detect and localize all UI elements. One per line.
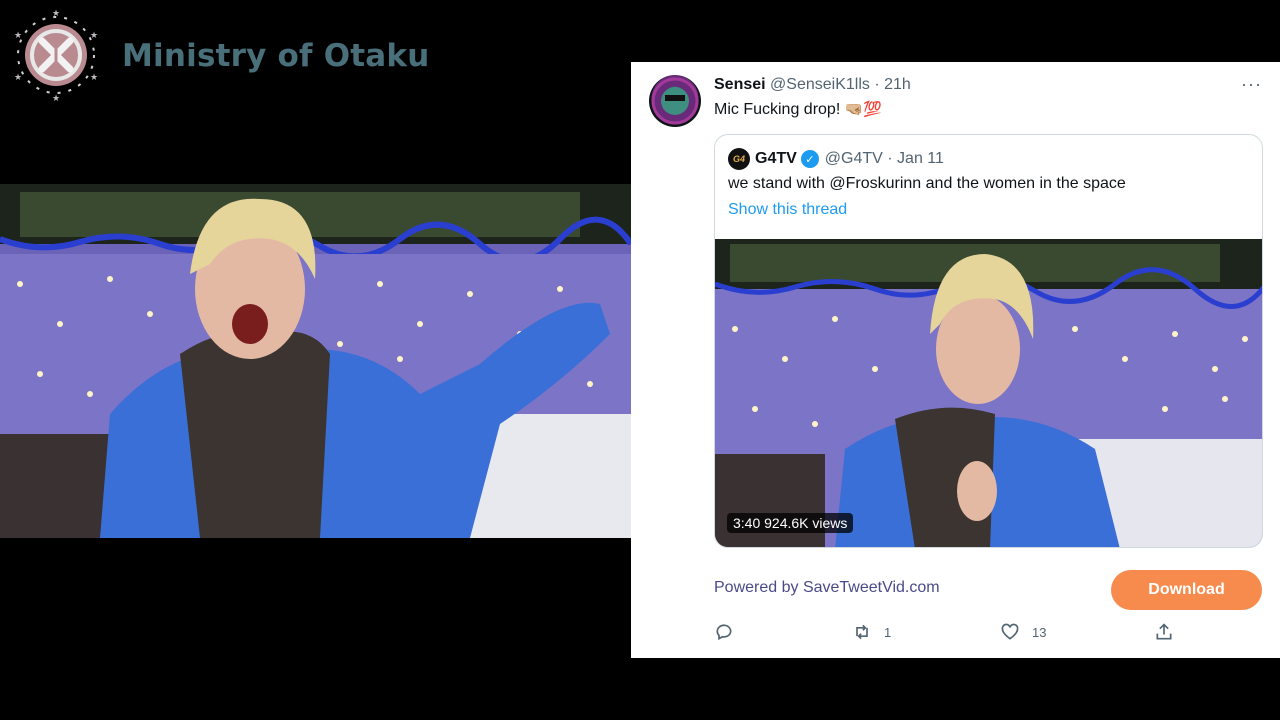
reply-action[interactable] [714,622,734,642]
main-video-frame[interactable] [0,184,631,538]
svg-text:★: ★ [90,30,98,40]
author-name[interactable]: Sensei [714,76,766,93]
svg-text:★: ★ [14,30,22,40]
share-icon [1156,623,1172,640]
svg-text:★: ★ [90,72,98,82]
quote-author-meta[interactable]: @G4TV · Jan 11 [825,150,944,168]
author-avatar[interactable] [649,75,701,127]
like-count: 13 [1032,624,1047,640]
video-views-badge: 3:40 924.6K views [727,513,854,533]
quoted-tweet[interactable]: G4 G4TV ✓ @G4TV · Jan 11 we stand with @… [714,134,1263,548]
retweet-icon [856,624,868,640]
tweet-actions: 1 13 [714,622,1184,646]
more-options-icon[interactable]: ··· [1241,74,1262,95]
quote-video[interactable]: 3:40 924.6K views [715,239,1262,547]
svg-text:★: ★ [14,72,22,82]
retweet-action[interactable]: 1 [852,622,891,642]
tweet-card: Sensei @SenseiK1lls · 21h ··· Mic Fuckin… [631,62,1280,658]
heart-icon [1001,623,1019,640]
verified-badge-icon: ✓ [800,150,819,168]
tweet-text: Mic Fucking drop! 🤜🏼💯 [714,100,882,119]
download-button[interactable]: Download [1111,570,1262,610]
tweet-emoji: 🤜🏼💯 [844,101,883,118]
tweet-body: Mic Fucking drop! [714,101,841,118]
show-thread-link[interactable]: Show this thread [728,201,847,219]
channel-name: Ministry of Otaku [122,38,430,74]
svg-text:★: ★ [52,93,60,103]
svg-text:★: ★ [52,8,60,18]
share-action[interactable] [1154,622,1174,642]
like-action[interactable]: 13 [1000,622,1046,642]
tweet-header: Sensei @SenseiK1lls · 21h [714,76,911,94]
quote-avatar[interactable]: G4 [728,148,750,170]
channel-logo: ★ ★ ★ ★ ★ ★ Ministry of Otaku [6,8,429,104]
quote-author-name[interactable]: G4TV [755,150,797,168]
author-meta[interactable]: @SenseiK1lls · 21h [770,76,911,93]
quote-text: we stand with @Froskurinn and the women … [728,175,1126,192]
ministry-seal-icon: ★ ★ ★ ★ ★ ★ [6,8,106,104]
retweet-count: 1 [884,624,892,640]
powered-by-link[interactable]: Powered by SaveTweetVid.com [714,579,940,597]
reply-icon [716,624,732,641]
quote-header: G4 G4TV ✓ @G4TV · Jan 11 [728,148,944,170]
